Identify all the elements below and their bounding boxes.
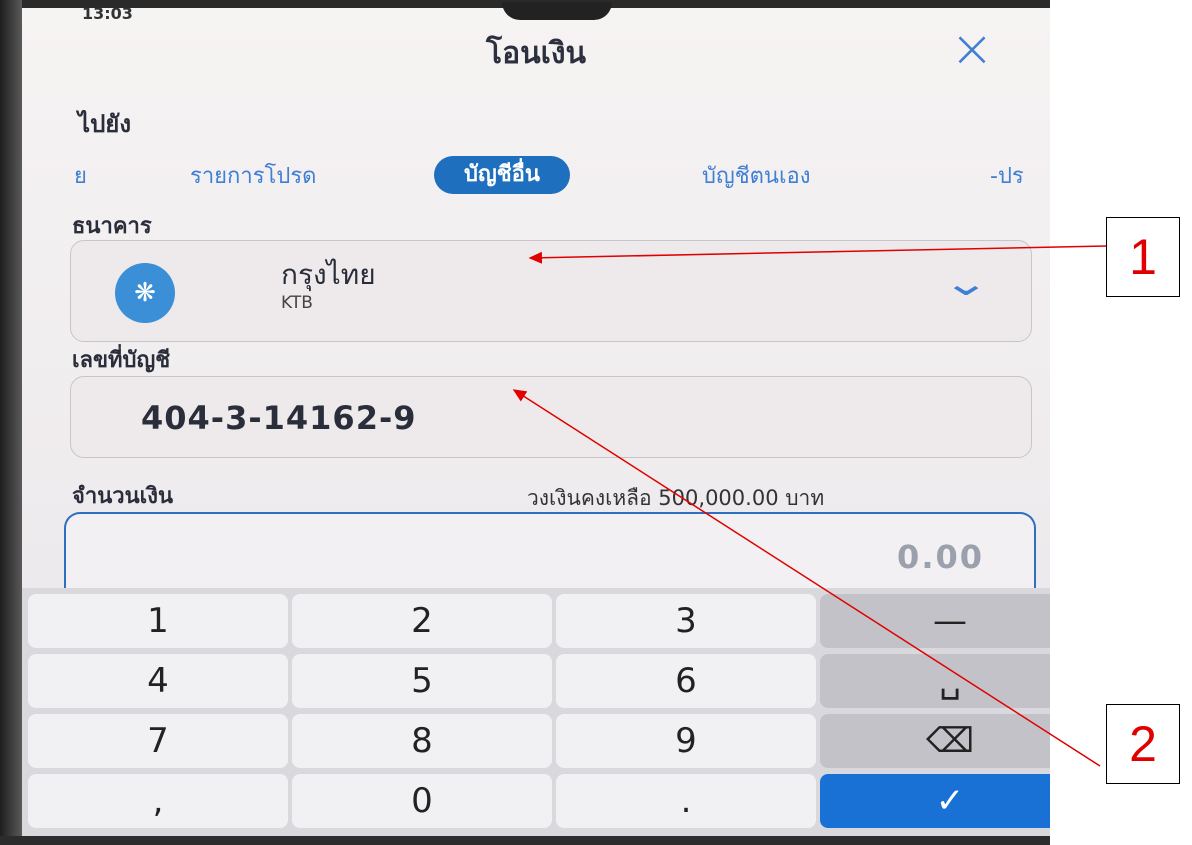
annotation-box-1: 1: [1106, 217, 1180, 297]
annotation-arrow-2: [512, 389, 1101, 767]
annotation-box-2: 2: [1106, 704, 1180, 784]
annotation-arrows: [512, 245, 1107, 767]
annotation-arrow-1: [528, 245, 1107, 264]
